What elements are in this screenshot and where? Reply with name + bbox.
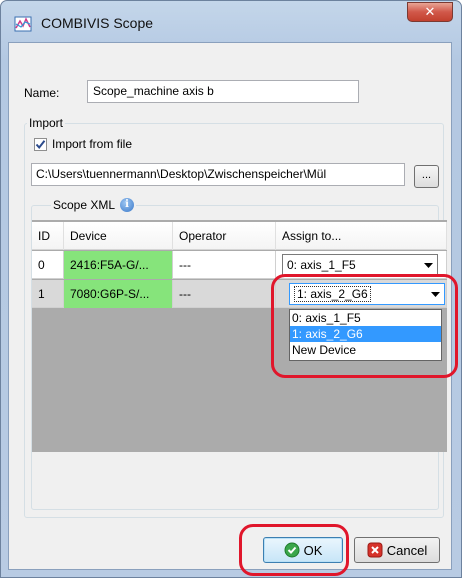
cell-assign-to: 0: axis_1_F5 (276, 251, 447, 279)
browse-button[interactable]: ... (414, 165, 439, 188)
name-input[interactable]: Scope_machine axis b (87, 80, 359, 103)
assign-to-value: 0: axis_1_F5 (287, 258, 356, 272)
cell-assign-to: 1: axis_2_G6 (276, 280, 447, 308)
close-button[interactable]: ✕ (407, 2, 453, 22)
checkmark-icon (35, 139, 46, 149)
table-row[interactable]: 0 2416:F5A-G/... --- 0: axis_1_F5 (32, 251, 447, 279)
scope-xml-legend: Scope XML i (51, 198, 137, 212)
import-from-file-checkbox[interactable] (34, 137, 47, 151)
column-header-operator[interactable]: Operator (173, 222, 276, 250)
dropdown-option[interactable]: 0: axis_1_F5 (290, 310, 441, 326)
cell-id: 0 (32, 251, 64, 279)
column-header-assign-to[interactable]: Assign to... (276, 222, 447, 250)
cell-id: 1 (32, 280, 64, 308)
grid-header: ID Device Operator Assign to... (32, 222, 447, 250)
column-header-id[interactable]: ID (32, 222, 64, 250)
ok-checkmark-icon (284, 542, 300, 558)
cell-operator: --- (173, 280, 276, 308)
cell-device: 7080:G6P-S/... (64, 280, 173, 308)
ok-button-label: OK (303, 542, 323, 558)
ok-button[interactable]: OK (263, 537, 343, 563)
import-from-file-label: Import from file (52, 137, 133, 151)
import-from-file-row[interactable]: Import from file (34, 137, 132, 151)
scope-app-icon (14, 16, 32, 32)
name-label: Name: (24, 86, 60, 100)
assign-to-dropdown-list: 0: axis_1_F5 1: axis_2_G6 New Device (289, 309, 442, 361)
cancel-button-label: Cancel (386, 542, 428, 558)
assign-to-combobox[interactable]: 0: axis_1_F5 (282, 254, 438, 276)
info-icon[interactable]: i (120, 198, 135, 212)
title-bar[interactable]: COMBIVIS Scope ✕ (1, 1, 461, 43)
file-path-input[interactable]: C:\Users\tuennermann\Desktop\Zwischenspe… (31, 163, 405, 186)
table-row[interactable]: 1 7080:G6P-S/... --- 1: axis_2_G6 (32, 280, 447, 308)
import-legend: Import (27, 116, 66, 130)
window-title: COMBIVIS Scope (41, 15, 154, 31)
cancel-x-icon (367, 542, 383, 558)
dropdown-arrow-icon[interactable] (419, 255, 437, 275)
cell-device: 2416:F5A-G/... (64, 251, 173, 279)
dropdown-arrow-icon[interactable] (426, 284, 444, 304)
assign-to-combobox[interactable]: 1: axis_2_G6 (289, 283, 445, 305)
dropdown-option[interactable]: New Device (290, 342, 441, 358)
dropdown-option-selected[interactable]: 1: axis_2_G6 (290, 326, 441, 342)
column-header-device[interactable]: Device (64, 222, 173, 250)
cancel-button[interactable]: Cancel (354, 537, 440, 563)
cell-operator: --- (173, 251, 276, 279)
scope-xml-legend-label: Scope XML (53, 198, 116, 212)
assign-to-value: 1: axis_2_G6 (294, 286, 371, 302)
